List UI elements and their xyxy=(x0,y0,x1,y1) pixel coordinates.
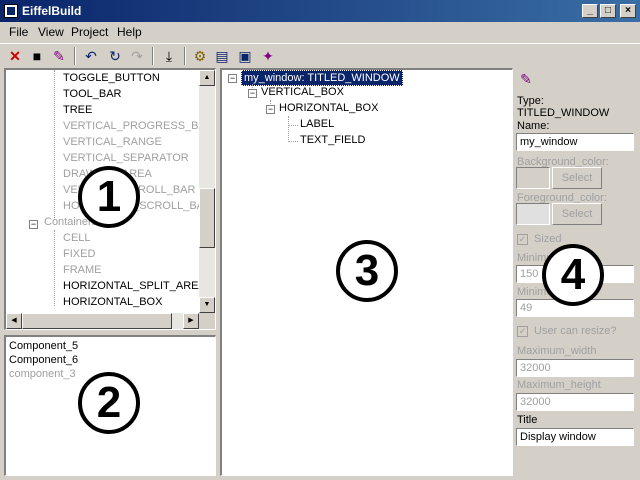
tree-line xyxy=(288,125,298,126)
tree-line xyxy=(54,70,55,218)
foreground-select-button[interactable]: Select xyxy=(552,203,602,225)
title-field[interactable]: Display window xyxy=(516,428,634,446)
resize-label: User can resize? xyxy=(534,325,617,337)
tree-item-vertical-box[interactable]: VERTICAL_BOX xyxy=(261,86,344,98)
callout-1: 1 xyxy=(78,166,140,228)
tree-item-text-field[interactable]: TEXT_FIELD xyxy=(300,134,365,146)
display-window-icon[interactable]: ▣ xyxy=(236,47,254,65)
type-label: Type: xyxy=(517,95,544,107)
scroll-left-button[interactable]: ◀ xyxy=(6,313,22,329)
menu-project[interactable]: Project xyxy=(71,25,108,39)
tree-item-horizontal-split-area[interactable]: HORIZONTAL_SPLIT_AREA xyxy=(63,280,206,292)
properties-icon[interactable]: ✎ xyxy=(50,47,68,65)
max-width-label: Maximum_width xyxy=(517,345,597,357)
layout-constructor-icon[interactable]: ▤ xyxy=(213,47,231,65)
tree-line xyxy=(288,141,298,142)
component-item[interactable]: Component_5 xyxy=(9,340,78,352)
title-bar: EiffelBuild _ □ × xyxy=(0,0,640,22)
name-label: Name: xyxy=(517,120,550,132)
resize-checkbox[interactable]: ✓ xyxy=(517,326,528,337)
scroll-down-button[interactable]: ▼ xyxy=(199,297,215,313)
title-label: Title xyxy=(517,414,538,426)
scroll-right-button[interactable]: ▶ xyxy=(183,313,199,329)
root-expander[interactable]: − xyxy=(228,74,237,83)
tree-item-vertical-progress-bar[interactable]: VERTICAL_PROGRESS_BAR xyxy=(63,120,214,132)
undo-icon[interactable]: ↶ xyxy=(82,47,100,65)
type-selector-vertical-scrollbar[interactable]: ▲ ▼ xyxy=(199,70,215,313)
property-type-icon: ✎ xyxy=(520,71,532,87)
containers-expander[interactable]: − xyxy=(29,220,38,229)
tree-line xyxy=(54,230,55,306)
tree-item-toggle-button[interactable]: TOGGLE_BUTTON xyxy=(63,72,160,84)
menu-help[interactable]: Help xyxy=(117,25,142,39)
import-icon[interactable]: ⤓ xyxy=(160,47,178,65)
save-icon[interactable]: ■ xyxy=(28,47,46,65)
sized-checkbox[interactable]: ✓ xyxy=(517,234,528,245)
window-title: EiffelBuild xyxy=(22,4,82,18)
scrollbar-corner xyxy=(199,313,215,329)
name-field[interactable]: my_window xyxy=(516,133,634,151)
max-height-field[interactable]: 32000 xyxy=(516,393,634,411)
tree-item-label[interactable]: LABEL xyxy=(300,118,334,130)
tree-item-vertical-range[interactable]: VERTICAL_RANGE xyxy=(63,136,162,148)
builder-window-icon[interactable]: ✦ xyxy=(259,47,277,65)
type-selector-horizontal-scrollbar[interactable]: ◀ ▶ xyxy=(6,313,199,329)
toolbar-separator xyxy=(74,47,76,65)
horizontal-box-expander[interactable]: − xyxy=(266,105,275,114)
tree-item-tree[interactable]: TREE xyxy=(63,104,92,116)
toolbar-separator xyxy=(184,47,186,65)
minimize-button[interactable]: _ xyxy=(582,4,598,18)
type-value: TITLED_WINDOW xyxy=(517,107,610,119)
callout-3: 3 xyxy=(336,240,398,302)
callout-4: 4 xyxy=(542,244,604,306)
tree-item-cell[interactable]: CELL xyxy=(63,232,91,244)
foreground-color-swatch xyxy=(516,203,550,225)
tree-item-horizontal-box[interactable]: HORIZONTAL_BOX xyxy=(279,102,378,114)
component-item[interactable]: Component_6 xyxy=(9,354,78,366)
tree-item-frame[interactable]: FRAME xyxy=(63,264,102,276)
scroll-up-button[interactable]: ▲ xyxy=(199,70,215,86)
component-selector-icon[interactable]: ⚙ xyxy=(191,47,209,65)
toolbar-separator xyxy=(152,47,154,65)
scroll-thumb[interactable] xyxy=(22,313,172,329)
max-height-label: Maximum_height xyxy=(517,379,601,391)
background-color-swatch xyxy=(516,167,550,189)
component-item[interactable]: component_3 xyxy=(9,368,76,380)
tree-item-vertical-separator[interactable]: VERTICAL_SEPARATOR xyxy=(63,152,189,164)
tree-item-fixed[interactable]: FIXED xyxy=(63,248,95,260)
tree-item-horizontal-box[interactable]: HORIZONTAL_BOX xyxy=(63,296,162,308)
callout-2: 2 xyxy=(78,372,140,434)
maximize-button[interactable]: □ xyxy=(600,4,616,18)
tree-item-my-window[interactable]: my_window: TITLED_WINDOW xyxy=(241,70,403,86)
scroll-thumb[interactable] xyxy=(199,188,215,248)
toolbar: ✕ ■ ✎ ↶ ↻ ↷ ⤓ ⚙ ▤ ▣ ✦ xyxy=(0,43,640,67)
tree-line xyxy=(288,116,289,142)
app-icon xyxy=(4,4,18,18)
sized-label: Sized xyxy=(534,233,562,245)
max-width-field[interactable]: 32000 xyxy=(516,359,634,377)
menu-view[interactable]: View xyxy=(38,25,64,39)
vertical-box-expander[interactable]: − xyxy=(248,89,257,98)
background-select-button[interactable]: Select xyxy=(552,167,602,189)
delete-icon[interactable]: ✕ xyxy=(6,47,24,65)
history-icon[interactable]: ↻ xyxy=(106,47,124,65)
close-button[interactable]: × xyxy=(620,4,636,18)
menu-bar: File View Project Help xyxy=(0,22,640,42)
menu-file[interactable]: File xyxy=(9,25,28,39)
redo-icon[interactable]: ↷ xyxy=(128,47,146,65)
tree-item-tool-bar[interactable]: TOOL_BAR xyxy=(63,88,122,100)
